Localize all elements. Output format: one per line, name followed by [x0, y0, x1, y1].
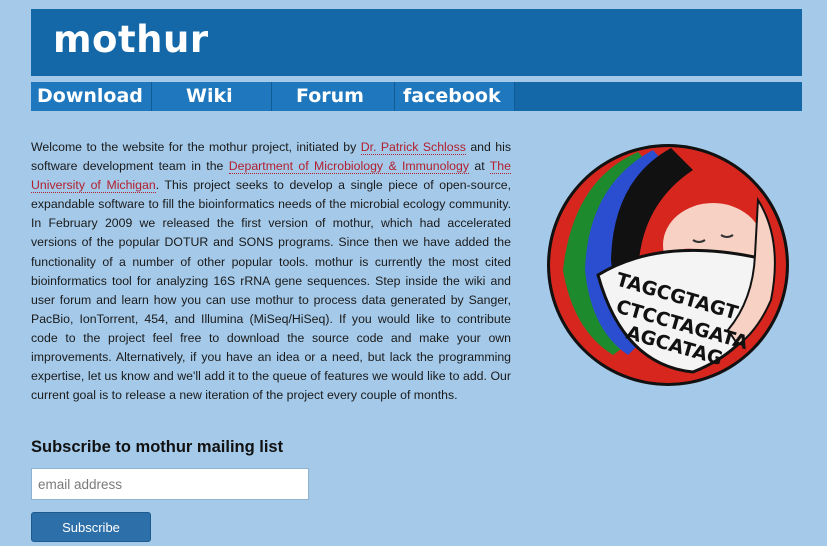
nav-facebook[interactable]: facebook [395, 82, 515, 111]
main-nav: Download Wiki Forum facebook [31, 82, 802, 111]
intro-text: . This project seeks to develop a single… [31, 178, 512, 403]
mothur-mascot-image: TAGCGTAGT CTCCTAGATA AGCATAG [547, 144, 789, 386]
nav-download[interactable]: Download [31, 82, 152, 111]
site-logo[interactable]: mothur [53, 18, 209, 61]
nav-forum[interactable]: Forum [272, 82, 395, 111]
site-header: mothur [31, 9, 802, 76]
nav-download-label: Download [37, 85, 143, 107]
link-microbiology-department[interactable]: Department of Microbiology & Immunology [228, 159, 469, 175]
subscribe-button[interactable]: Subscribe [31, 512, 151, 542]
email-input[interactable] [31, 468, 309, 500]
nav-wiki-label: Wiki [186, 85, 233, 107]
intro-paragraph: Welcome to the website for the mothur pr… [31, 138, 511, 405]
link-patrick-schloss[interactable]: Dr. Patrick Schloss [360, 140, 466, 155]
nav-facebook-label: facebook [403, 85, 501, 107]
intro-text: at [469, 159, 490, 174]
nav-wiki[interactable]: Wiki [152, 82, 272, 111]
nav-forum-label: Forum [296, 85, 364, 107]
intro-text: Welcome to the website for the mothur pr… [31, 140, 361, 154]
subscribe-heading: Subscribe to mothur mailing list [31, 438, 284, 456]
